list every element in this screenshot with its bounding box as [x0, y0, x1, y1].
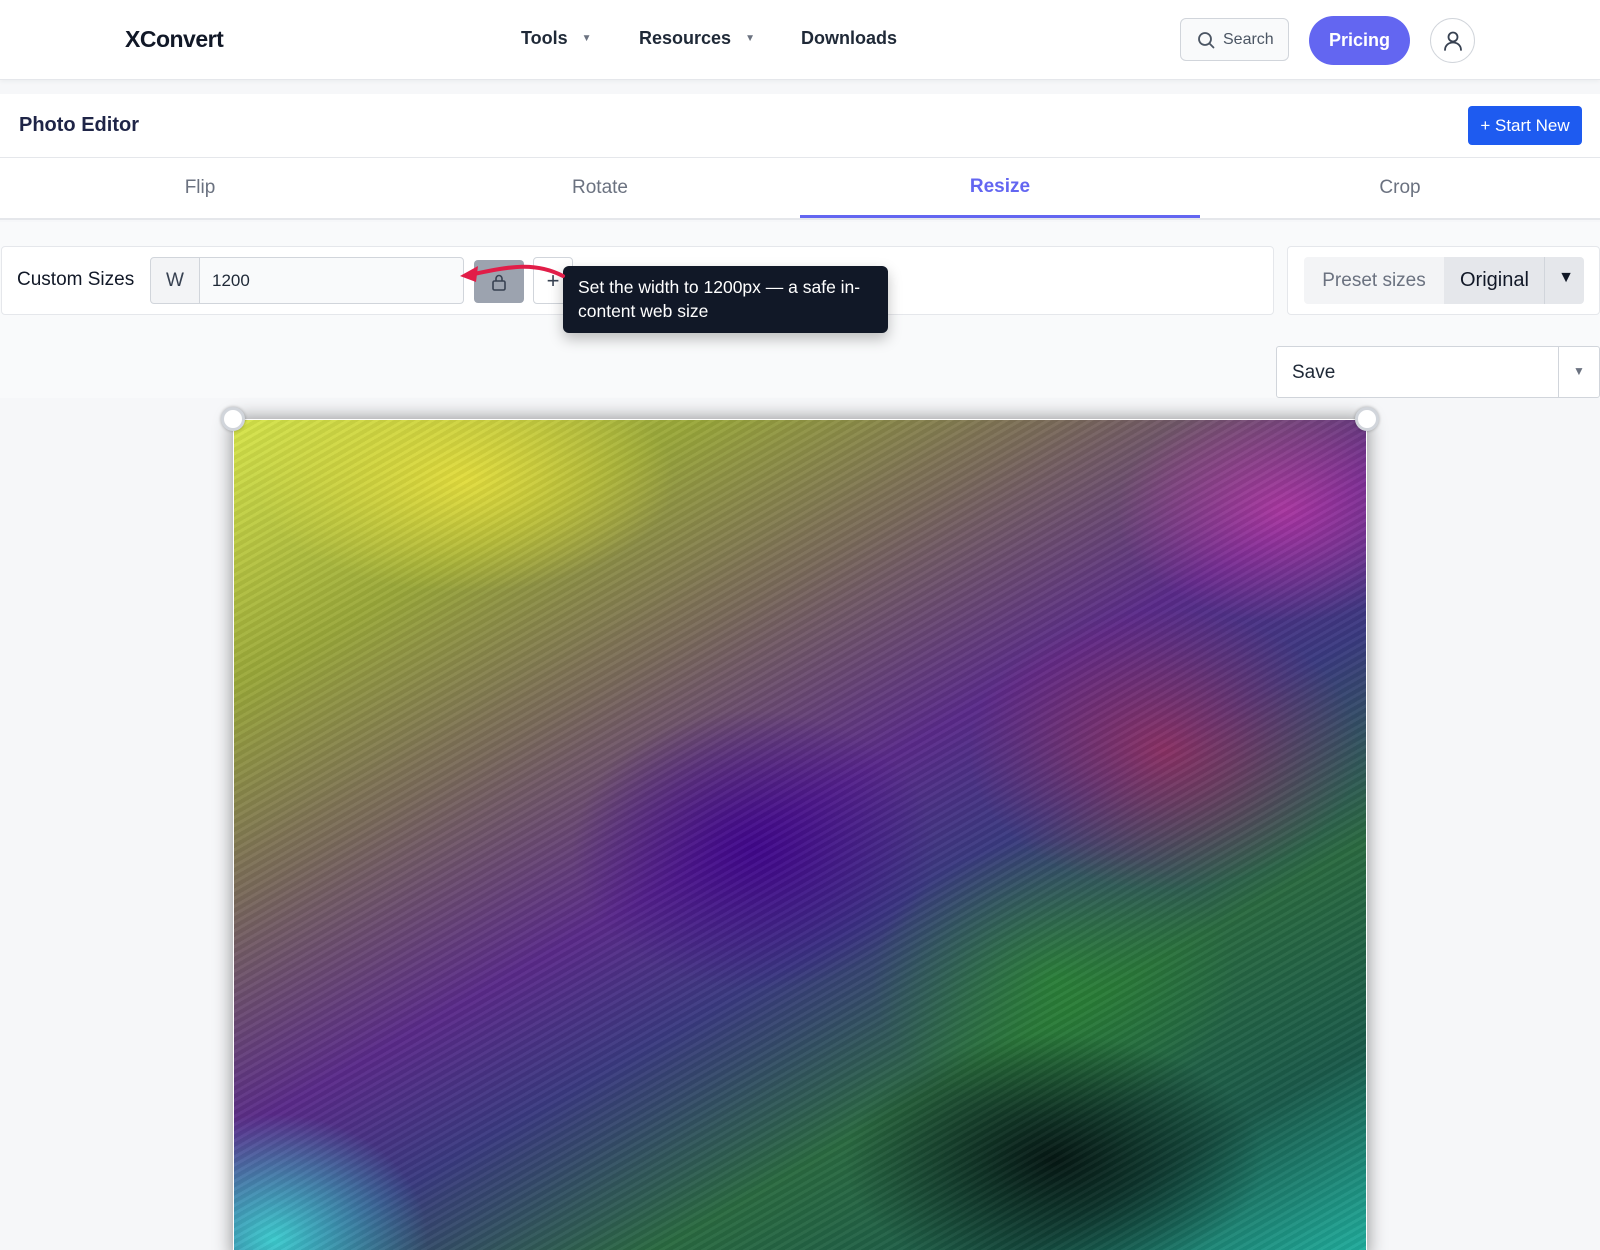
select-divider [1544, 257, 1545, 304]
user-account-button[interactable] [1430, 18, 1475, 63]
start-new-button[interactable]: + Start New [1468, 106, 1582, 145]
search-icon [1198, 31, 1215, 48]
width-prefix-label: W [150, 257, 200, 304]
editor-header: Photo Editor + Start New [0, 94, 1600, 158]
pricing-button[interactable]: Pricing [1309, 16, 1410, 65]
width-input[interactable]: 1200 [199, 257, 464, 304]
preset-sizes-select[interactable]: Original ▼ [1444, 257, 1584, 304]
custom-sizes-panel: Custom Sizes W 1200 + Set the width to 1… [1, 246, 1274, 333]
resize-handle-top-left[interactable] [221, 407, 245, 431]
editor-canvas [0, 398, 1600, 1250]
save-label: Save [1292, 362, 1336, 383]
preset-selected-value: Original [1460, 269, 1529, 291]
save-divider [1558, 347, 1559, 397]
nav-downloads[interactable]: Downloads [801, 28, 897, 49]
search-label: Search [1223, 30, 1274, 48]
nav-tools-label: Tools [521, 28, 568, 48]
nav-resources-label: Resources [639, 28, 732, 48]
save-dropdown[interactable]: Save ▼ [1276, 346, 1600, 398]
preset-sizes-label: Preset sizes [1304, 257, 1444, 304]
image-preview[interactable] [233, 419, 1367, 1250]
custom-sizes-label: Custom Sizes [17, 269, 135, 290]
nav-resources[interactable]: Resources ▼ [639, 28, 755, 49]
tab-crop[interactable]: Crop [1200, 158, 1600, 218]
tab-rotate[interactable]: Rotate [400, 158, 800, 218]
search-button[interactable]: Search [1180, 18, 1289, 61]
tab-flip[interactable]: Flip [0, 158, 400, 218]
editor-tabs: Flip Rotate Resize Crop [0, 158, 1600, 220]
page-title: Photo Editor [19, 114, 139, 136]
chevron-down-icon: ▼ [1558, 269, 1574, 286]
resize-handle-top-right[interactable] [1355, 407, 1379, 431]
tab-resize[interactable]: Resize [800, 158, 1200, 218]
top-navbar: XConvert Tools ▼ Resources ▼ Downloads S… [0, 0, 1600, 80]
brand-logo[interactable]: XConvert [125, 26, 224, 53]
hint-tooltip: Set the width to 1200px — a safe in-cont… [563, 266, 888, 333]
resize-toolbar: Custom Sizes W 1200 + Set the width to 1… [0, 222, 1600, 398]
nav-downloads-label: Downloads [801, 28, 898, 48]
chevron-down-icon: ▼ [1573, 364, 1585, 378]
preset-sizes-panel: Preset sizes Original ▼ [1287, 246, 1600, 315]
nav-tools[interactable]: Tools ▼ [521, 28, 592, 49]
chevron-down-icon: ▼ [581, 33, 592, 44]
chevron-down-icon: ▼ [745, 33, 755, 44]
annotation-arrow-icon [460, 264, 565, 282]
user-icon [1443, 31, 1462, 51]
